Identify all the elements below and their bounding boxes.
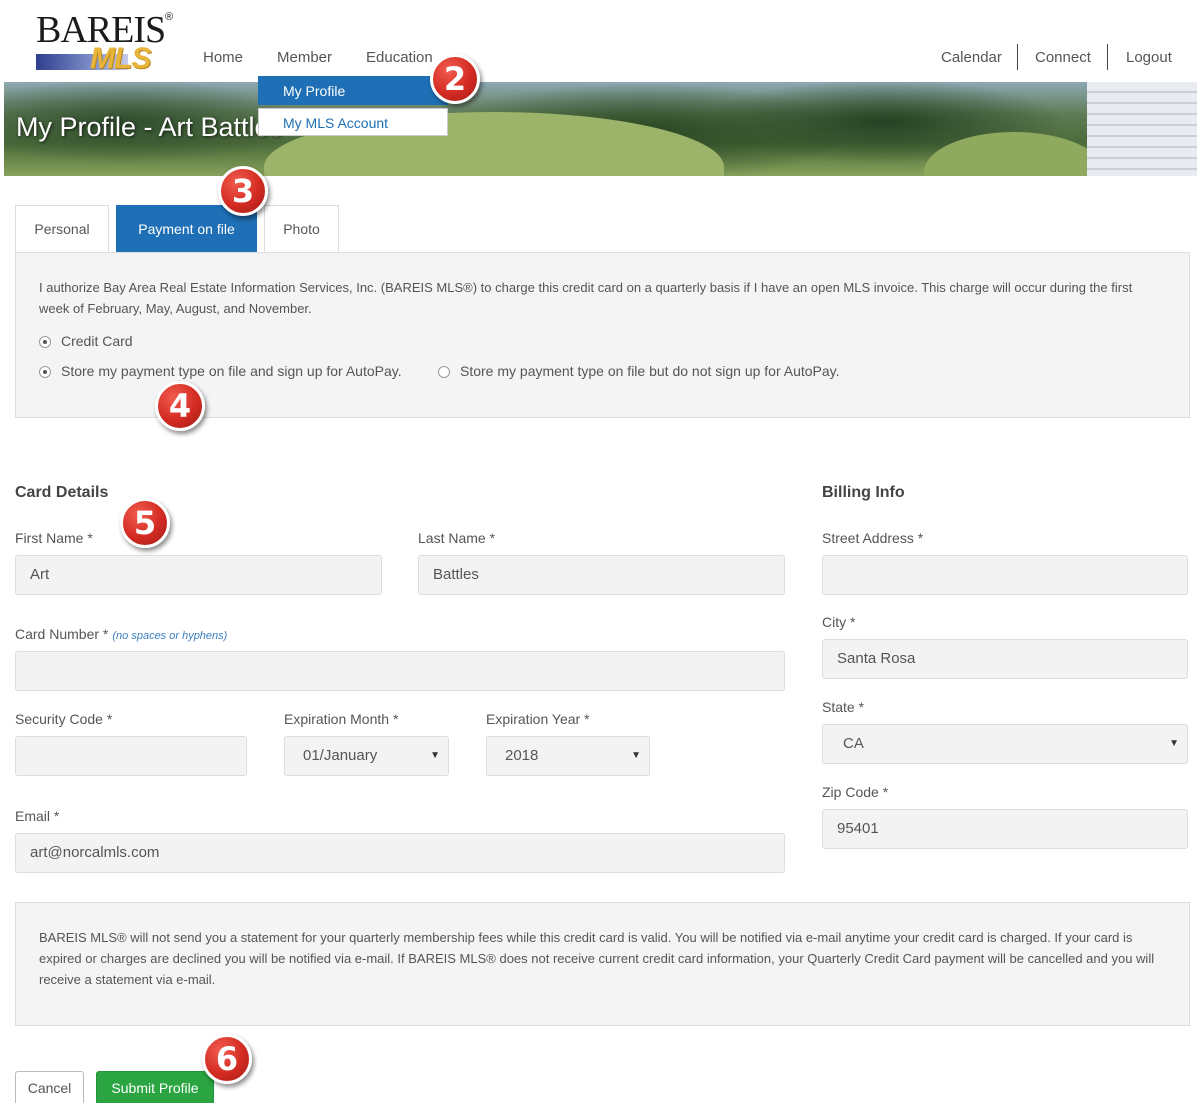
cancel-button[interactable]: Cancel	[15, 1071, 84, 1103]
first-name-label: First Name *	[15, 530, 93, 546]
exp-year-select[interactable]: 2018 ▼	[486, 736, 650, 776]
city-label: City *	[822, 614, 856, 630]
exp-year-value: 2018	[505, 747, 539, 764]
exp-year-label: Expiration Year *	[486, 711, 590, 727]
security-code-label: Security Code *	[15, 711, 113, 727]
authorization-text: I authorize Bay Area Real Estate Informa…	[39, 280, 1133, 316]
email-label: Email *	[15, 808, 60, 824]
member-dropdown-menu: My Profile My MLS Account	[258, 76, 448, 136]
nav-separator	[1017, 44, 1018, 70]
step-badge: 3	[218, 166, 268, 216]
nav-member[interactable]: Member	[277, 49, 332, 66]
caret-down-icon: ▼	[430, 750, 440, 761]
payment-type-credit-card[interactable]: Credit Card	[39, 333, 133, 349]
nav-education[interactable]: Education	[366, 49, 433, 66]
step-badge: 5	[120, 498, 170, 548]
step-badge: 6	[202, 1034, 252, 1084]
no-autopay-option[interactable]: Store my payment type on file but do not…	[438, 363, 840, 379]
exp-month-label: Expiration Month *	[284, 711, 399, 727]
bareis-mls-logo[interactable]: BAREIS ® MLS	[36, 8, 176, 76]
street-address-label: Street Address *	[822, 530, 924, 546]
email-input[interactable]: art@norcalmls.com	[15, 833, 785, 873]
card-details-heading: Card Details	[15, 484, 109, 501]
zip-code-input[interactable]: 95401	[822, 809, 1188, 849]
hero-hill	[924, 132, 1104, 176]
autopay-option[interactable]: Store my payment type on file and sign u…	[39, 363, 402, 379]
state-value: CA	[843, 735, 864, 752]
nav-home[interactable]: Home	[203, 49, 243, 66]
hero-banner: My Profile - Art Battles	[4, 82, 1197, 176]
last-name-input[interactable]: Battles	[418, 555, 785, 595]
exp-month-select[interactable]: 01/January ▼	[284, 736, 449, 776]
statement-notice-text: BAREIS MLS® will not send you a statemen…	[39, 930, 1155, 987]
statement-notice-panel: BAREIS MLS® will not send you a statemen…	[15, 902, 1190, 1026]
first-name-input[interactable]: Art	[15, 555, 382, 595]
nav-logout[interactable]: Logout	[1126, 49, 1172, 66]
tab-photo[interactable]: Photo	[264, 205, 339, 253]
nav-separator	[1107, 44, 1108, 70]
card-number-label-text: Card Number *	[15, 626, 109, 642]
logo-registered-mark: ®	[165, 11, 174, 23]
caret-down-icon: ▼	[631, 750, 641, 761]
site-header: BAREIS ® MLS Home Member Education Calen…	[0, 0, 1197, 82]
hero-house	[1087, 82, 1197, 176]
card-number-hint: (no spaces or hyphens)	[112, 630, 228, 642]
menu-item-my-profile[interactable]: My Profile	[258, 76, 448, 105]
menu-item-my-mls-account[interactable]: My MLS Account	[258, 108, 448, 136]
payment-type-label: Credit Card	[61, 333, 133, 349]
city-input[interactable]: Santa Rosa	[822, 639, 1188, 679]
logo-mls-text: MLS	[90, 42, 151, 75]
radio-autopay[interactable]	[39, 366, 51, 378]
page-title: My Profile - Art Battles	[16, 112, 284, 142]
no-autopay-label: Store my payment type on file but do not…	[460, 363, 840, 379]
security-code-input[interactable]	[15, 736, 247, 776]
exp-month-value: 01/January	[303, 747, 378, 764]
radio-credit-card[interactable]	[39, 336, 51, 348]
state-label: State *	[822, 699, 865, 715]
caret-down-icon: ▼	[1169, 738, 1179, 749]
step-badge: 2	[430, 54, 480, 104]
zip-code-label: Zip Code *	[822, 784, 889, 800]
billing-info-heading: Billing Info	[822, 484, 905, 501]
tab-personal[interactable]: Personal	[15, 205, 109, 253]
submit-profile-button[interactable]: Submit Profile	[96, 1071, 214, 1103]
radio-no-autopay[interactable]	[438, 366, 450, 378]
autopay-label: Store my payment type on file and sign u…	[61, 363, 402, 379]
street-address-input[interactable]	[822, 555, 1188, 595]
card-number-input[interactable]	[15, 651, 785, 691]
nav-connect[interactable]: Connect	[1035, 49, 1091, 66]
state-select[interactable]: CA ▼	[822, 724, 1188, 764]
nav-calendar[interactable]: Calendar	[941, 49, 1002, 66]
card-number-label: Card Number * (no spaces or hyphens)	[15, 626, 227, 642]
last-name-label: Last Name *	[418, 530, 496, 546]
step-badge: 4	[155, 381, 205, 431]
